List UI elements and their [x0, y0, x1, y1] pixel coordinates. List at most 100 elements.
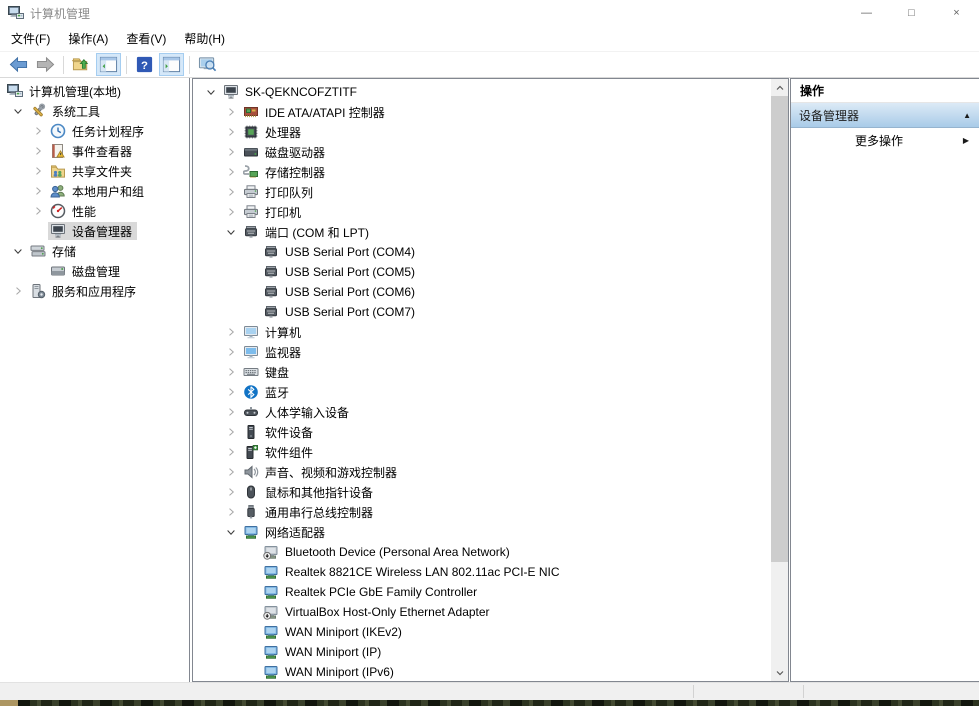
chevron-right-icon[interactable]	[28, 123, 48, 139]
device-tree-item[interactable]: Realtek 8821CE Wireless LAN 802.11ac PCI…	[193, 562, 788, 582]
chevron-right-icon[interactable]	[221, 404, 241, 420]
device-tree-item[interactable]: 打印机	[193, 202, 788, 222]
console-tree-item[interactable]: 设备管理器	[0, 221, 189, 241]
device-tree-item[interactable]: 鼠标和其他指针设备	[193, 482, 788, 502]
tree-item-label: 系统工具	[50, 102, 102, 121]
chevron-down-icon[interactable]	[221, 524, 241, 540]
menu-view[interactable]: 查看(V)	[117, 26, 175, 51]
tree-node: Realtek 8821CE Wireless LAN 802.11ac PCI…	[261, 563, 565, 581]
forward-arrow-button[interactable]	[33, 53, 58, 76]
device-tree-item[interactable]: USB Serial Port (COM4)	[193, 242, 788, 262]
device-tree-item[interactable]: WAN Miniport (IPv6)	[193, 662, 788, 682]
device-tree-item[interactable]: 处理器	[193, 122, 788, 142]
device-tree-item[interactable]: Bluetooth Device (Personal Area Network)	[193, 542, 788, 562]
tree-indent-spacer	[241, 304, 261, 320]
menu-help[interactable]: 帮助(H)	[175, 26, 234, 51]
minimize-button[interactable]: —	[844, 0, 889, 26]
console-tree-item[interactable]: 任务计划程序	[0, 121, 189, 141]
device-tree-item[interactable]: 端口 (COM 和 LPT)	[193, 222, 788, 242]
computer-search-button[interactable]	[195, 53, 220, 76]
console-tree-item[interactable]: 存储	[0, 241, 189, 261]
back-arrow-icon	[9, 55, 28, 74]
chevron-right-icon[interactable]	[221, 144, 241, 160]
device-tree-item[interactable]: 磁盘驱动器	[193, 142, 788, 162]
chevron-right-icon[interactable]	[221, 384, 241, 400]
device-tree-item[interactable]: Realtek PCIe GbE Family Controller	[193, 582, 788, 602]
chevron-down-icon[interactable]	[8, 243, 28, 259]
chevron-right-icon[interactable]	[221, 344, 241, 360]
console-tree-item[interactable]: 性能	[0, 201, 189, 221]
scrollbar-thumb[interactable]	[771, 96, 788, 562]
console-tree-button[interactable]	[96, 53, 121, 76]
tree-item-label: Realtek 8821CE Wireless LAN 802.11ac PCI…	[283, 564, 562, 580]
chevron-down-icon[interactable]	[221, 224, 241, 240]
network-adapter-icon	[263, 584, 279, 600]
serial-port-icon	[263, 244, 279, 260]
chevron-right-icon[interactable]	[28, 143, 48, 159]
chevron-right-icon[interactable]	[221, 484, 241, 500]
chevron-right-icon[interactable]	[221, 504, 241, 520]
chevron-right-icon[interactable]	[221, 104, 241, 120]
tree-node: 服务和应用程序	[28, 282, 141, 300]
chevron-right-icon[interactable]	[221, 204, 241, 220]
vertical-scrollbar[interactable]	[771, 79, 788, 681]
device-tree-item[interactable]: 键盘	[193, 362, 788, 382]
device-tree-item[interactable]: IDE ATA/ATAPI 控制器	[193, 102, 788, 122]
chevron-right-icon[interactable]	[221, 124, 241, 140]
collapse-section-icon[interactable]: ▲	[963, 111, 971, 120]
tree-node: 性能	[48, 202, 101, 220]
device-tree-item[interactable]: USB Serial Port (COM5)	[193, 262, 788, 282]
device-tree-item[interactable]: 打印队列	[193, 182, 788, 202]
system-tools-icon	[30, 103, 46, 119]
chevron-right-icon[interactable]	[28, 183, 48, 199]
scroll-up-icon[interactable]	[771, 79, 788, 96]
device-tree-item[interactable]: 计算机	[193, 322, 788, 342]
chevron-right-icon[interactable]	[221, 464, 241, 480]
export-folder-button[interactable]	[69, 53, 94, 76]
console-tree-item[interactable]: 磁盘管理	[0, 261, 189, 281]
device-tree-item[interactable]: WAN Miniport (IP)	[193, 642, 788, 662]
back-arrow-button[interactable]	[6, 53, 31, 76]
chevron-right-icon[interactable]	[221, 324, 241, 340]
chevron-right-icon[interactable]	[28, 203, 48, 219]
device-tree-item[interactable]: 监视器	[193, 342, 788, 362]
chevron-right-icon[interactable]	[221, 184, 241, 200]
device-tree-item[interactable]: USB Serial Port (COM6)	[193, 282, 788, 302]
device-tree-item[interactable]: WAN Miniport (IKEv2)	[193, 622, 788, 642]
menu-file[interactable]: 文件(F)	[2, 26, 59, 51]
chevron-down-icon[interactable]	[201, 84, 221, 100]
console-tree-item[interactable]: 事件查看器	[0, 141, 189, 161]
device-tree-item[interactable]: 软件组件	[193, 442, 788, 462]
action-pane-button[interactable]	[159, 53, 184, 76]
scroll-down-icon[interactable]	[771, 664, 788, 681]
help-button[interactable]: ?	[132, 53, 157, 76]
menu-action[interactable]: 操作(A)	[59, 26, 117, 51]
more-actions-item[interactable]: 更多操作 ▶	[791, 128, 979, 152]
device-tree-item[interactable]: SK-QEKNCOFZTITF	[193, 82, 788, 102]
device-tree-item[interactable]: 通用串行总线控制器	[193, 502, 788, 522]
device-tree-item[interactable]: 人体学输入设备	[193, 402, 788, 422]
chevron-right-icon[interactable]	[221, 424, 241, 440]
chevron-right-icon[interactable]	[221, 164, 241, 180]
device-tree-item[interactable]: 软件设备	[193, 422, 788, 442]
console-tree-item[interactable]: 计算机管理(本地)	[0, 81, 189, 101]
actions-section-device-manager[interactable]: 设备管理器 ▲	[791, 103, 979, 128]
tree-item-label: 存储控制器	[263, 163, 327, 182]
device-tree-item[interactable]: VirtualBox Host-Only Ethernet Adapter	[193, 602, 788, 622]
chevron-right-icon[interactable]	[8, 283, 28, 299]
chevron-right-icon[interactable]	[28, 163, 48, 179]
device-tree-item[interactable]: 声音、视频和游戏控制器	[193, 462, 788, 482]
device-tree-item[interactable]: 网络适配器	[193, 522, 788, 542]
chevron-right-icon[interactable]	[221, 444, 241, 460]
device-tree-item[interactable]: 蓝牙	[193, 382, 788, 402]
device-tree-item[interactable]: 存储控制器	[193, 162, 788, 182]
console-tree-item[interactable]: 共享文件夹	[0, 161, 189, 181]
console-tree-item[interactable]: 本地用户和组	[0, 181, 189, 201]
console-tree-item[interactable]: 服务和应用程序	[0, 281, 189, 301]
maximize-button[interactable]: □	[889, 0, 934, 26]
device-tree-item[interactable]: USB Serial Port (COM7)	[193, 302, 788, 322]
chevron-right-icon[interactable]	[221, 364, 241, 380]
console-tree-item[interactable]: 系统工具	[0, 101, 189, 121]
chevron-down-icon[interactable]	[8, 103, 28, 119]
close-button[interactable]: ×	[934, 0, 979, 26]
